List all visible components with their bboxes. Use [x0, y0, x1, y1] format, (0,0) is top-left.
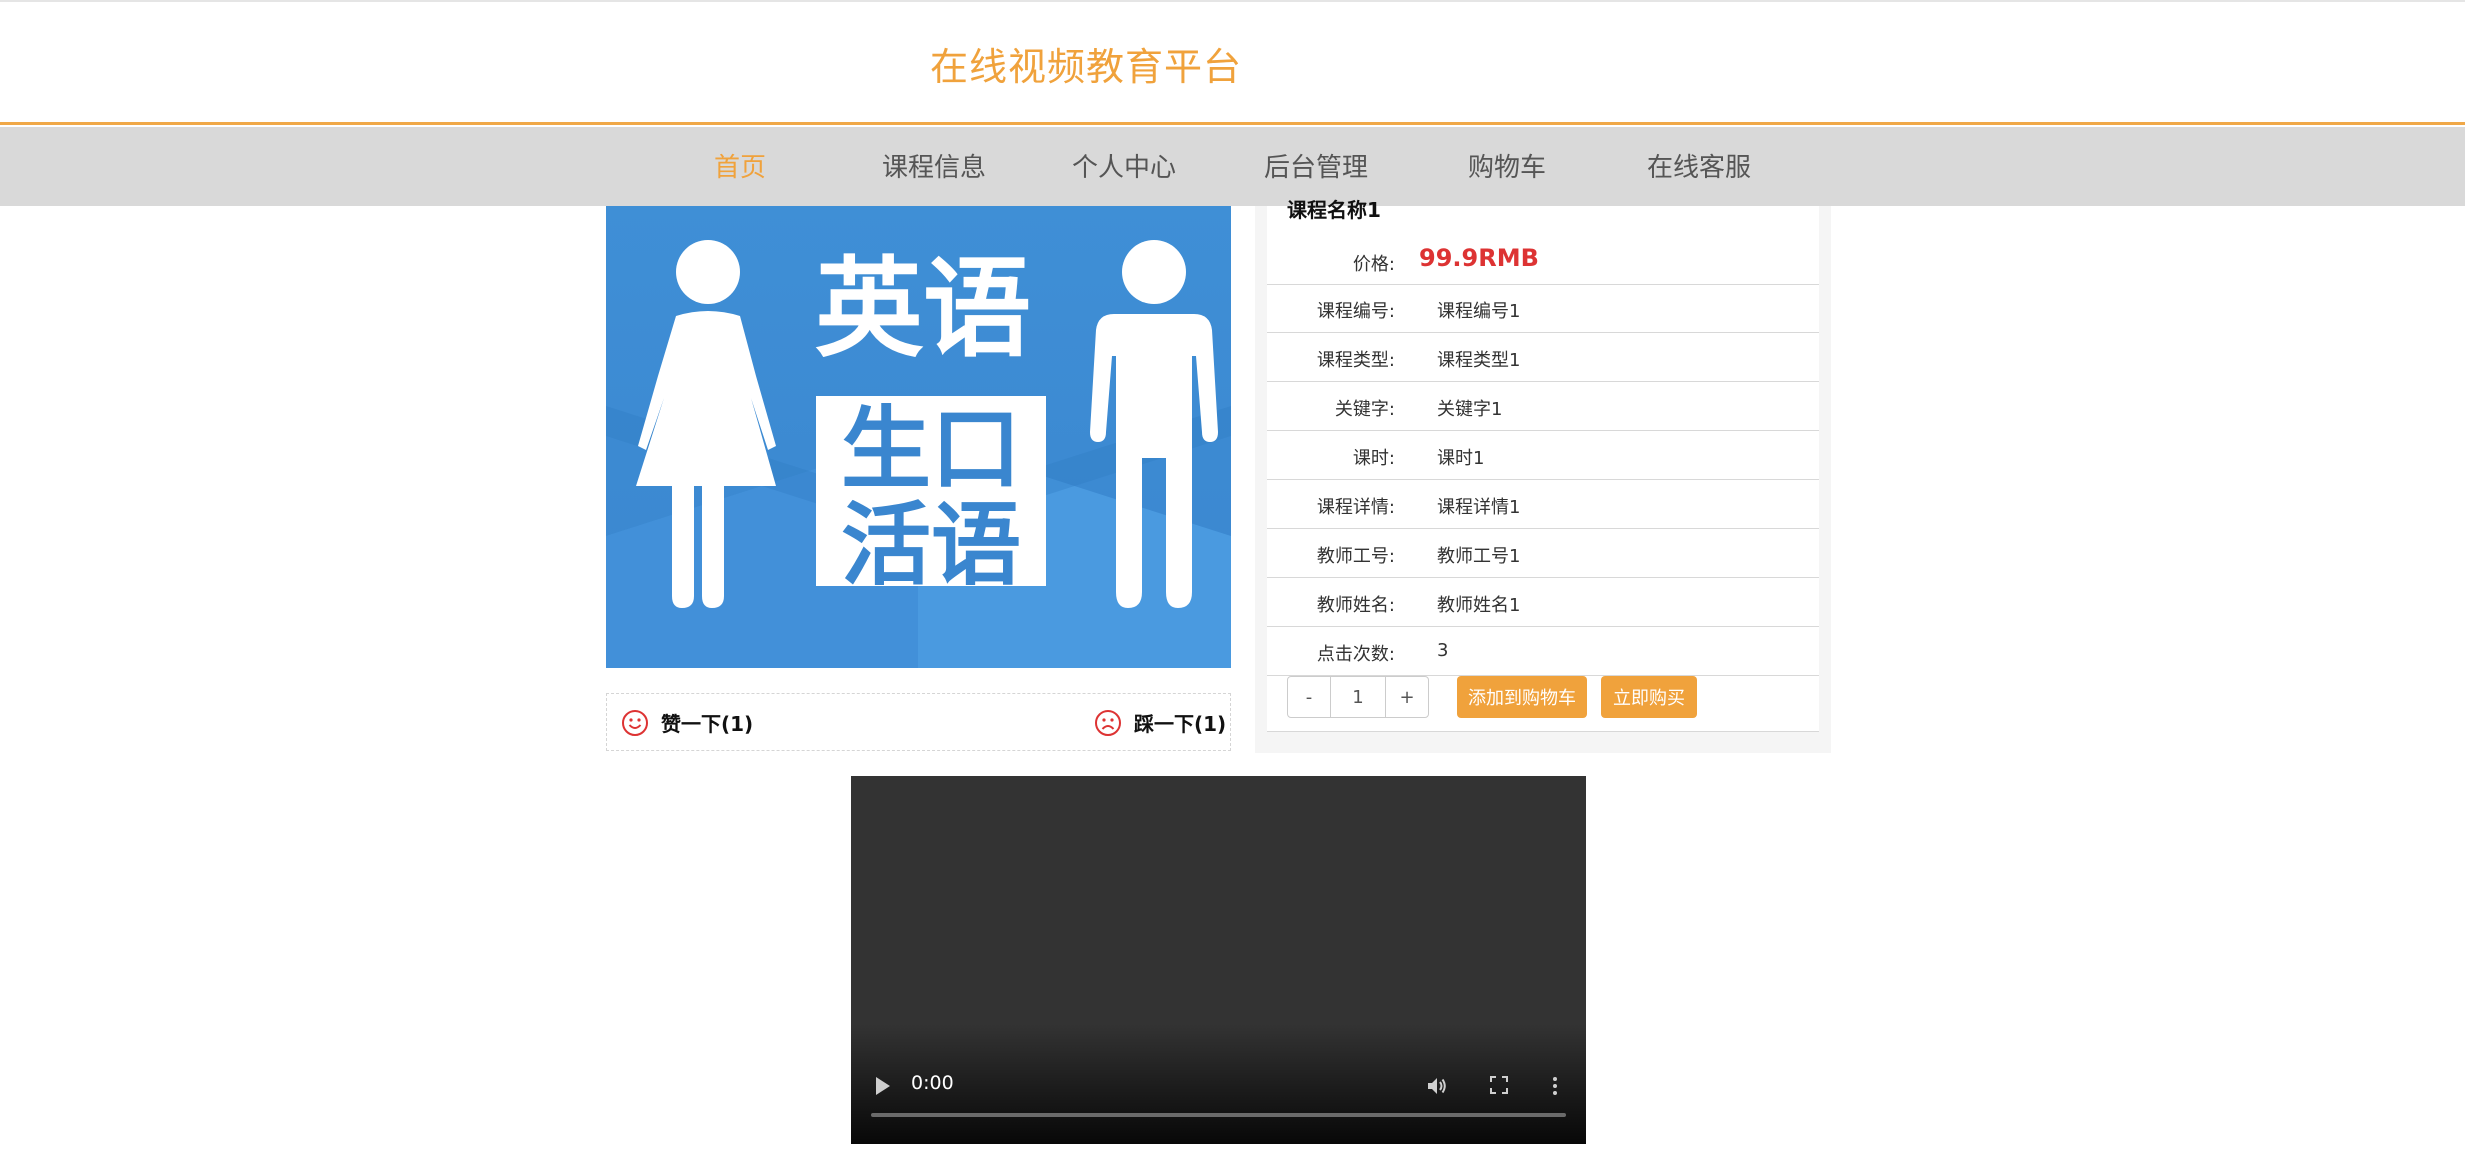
- vote-bar: 赞一下(1) 踩一下(1): [606, 693, 1231, 751]
- nav-item-course-info[interactable]: 课程信息: [882, 147, 986, 184]
- nav-item-online-service[interactable]: 在线客服: [1647, 147, 1751, 184]
- field-label-course-type: 课程类型:: [1316, 350, 1395, 371]
- smile-icon: [622, 709, 648, 736]
- site-title[interactable]: 在线视频教育平台: [930, 36, 1242, 91]
- price-value: 99.9RMB: [1419, 244, 1539, 272]
- field-value-teacher-name: 教师姓名1: [1437, 595, 1521, 616]
- info-row: 教师工号: 教师工号1: [1267, 529, 1819, 578]
- course-image: 英语 生口 活语: [606, 206, 1231, 668]
- dislike-label: 踩一下(1): [1134, 712, 1227, 736]
- info-row: 课时: 课时1: [1267, 431, 1819, 480]
- video-time: 0:00: [911, 1072, 954, 1094]
- course-image-line-2: 生口: [841, 397, 1021, 502]
- video-player[interactable]: 0:00: [851, 776, 1586, 1144]
- field-label-teacher-name: 教师姓名:: [1316, 595, 1395, 616]
- video-progress-bar[interactable]: [871, 1113, 1566, 1117]
- course-image-title: 英语: [815, 247, 1031, 372]
- field-label-click-count: 点击次数:: [1316, 644, 1395, 665]
- fullscreen-icon[interactable]: [1488, 1074, 1510, 1096]
- course-info-panel: 课程名称1 价格: 99.9RMB 课程编号: 课程编号1 课程类型: 课程类型…: [1255, 198, 1831, 753]
- nav-item-home[interactable]: 首页: [714, 147, 766, 184]
- nav-item-admin[interactable]: 后台管理: [1264, 147, 1368, 184]
- course-info-table: 课程名称1 价格: 99.9RMB 课程编号: 课程编号1 课程类型: 课程类型…: [1267, 198, 1819, 732]
- field-value-hours: 课时1: [1437, 448, 1485, 469]
- main-nav: 首页 课程信息 个人中心 后台管理 购物车 在线客服: [0, 127, 2465, 206]
- info-row: 课程类型: 课程类型1: [1267, 333, 1819, 382]
- info-row: 点击次数: 3: [1267, 627, 1819, 676]
- price-label: 价格:: [1352, 254, 1395, 275]
- field-value-keyword: 关键字1: [1437, 399, 1503, 420]
- like-label: 赞一下(1): [661, 712, 754, 736]
- course-image-line-3: 活语: [841, 493, 1021, 598]
- field-value-course-type: 课程类型1: [1437, 350, 1521, 371]
- field-label-keyword: 关键字:: [1334, 399, 1395, 420]
- info-row: 课程详情: 课程详情1: [1267, 480, 1819, 529]
- price-row: 价格: 99.9RMB: [1267, 224, 1819, 285]
- purchase-row: [1267, 675, 1819, 732]
- info-row: 教师姓名: 教师姓名1: [1267, 578, 1819, 627]
- play-icon[interactable]: [873, 1074, 893, 1098]
- field-label-teacher-id: 教师工号:: [1316, 546, 1395, 567]
- field-value-details: 课程详情1: [1437, 497, 1521, 518]
- field-label-hours: 课时:: [1352, 448, 1395, 469]
- dislike-button[interactable]: 踩一下(1): [1094, 708, 1226, 737]
- info-row: 课程编号: 课程编号1: [1267, 284, 1819, 333]
- site-header: 在线视频教育平台: [0, 0, 2465, 125]
- like-button[interactable]: 赞一下(1): [621, 708, 753, 737]
- more-options-icon[interactable]: [1549, 1074, 1561, 1098]
- video-controls-gradient: [851, 1024, 1586, 1144]
- nav-item-cart[interactable]: 购物车: [1468, 147, 1546, 184]
- frown-icon: [1095, 709, 1121, 736]
- field-label-course-number: 课程编号:: [1316, 301, 1395, 322]
- info-row: 关键字: 关键字1: [1267, 382, 1819, 431]
- field-value-teacher-id: 教师工号1: [1437, 546, 1521, 567]
- field-value-click-count: 3: [1437, 640, 1449, 661]
- field-value-course-number: 课程编号1: [1437, 301, 1521, 322]
- course-name: 课程名称1: [1287, 198, 1381, 222]
- nav-item-personal-center[interactable]: 个人中心: [1072, 147, 1176, 184]
- field-label-details: 课程详情:: [1316, 497, 1395, 518]
- volume-icon[interactable]: [1425, 1074, 1449, 1098]
